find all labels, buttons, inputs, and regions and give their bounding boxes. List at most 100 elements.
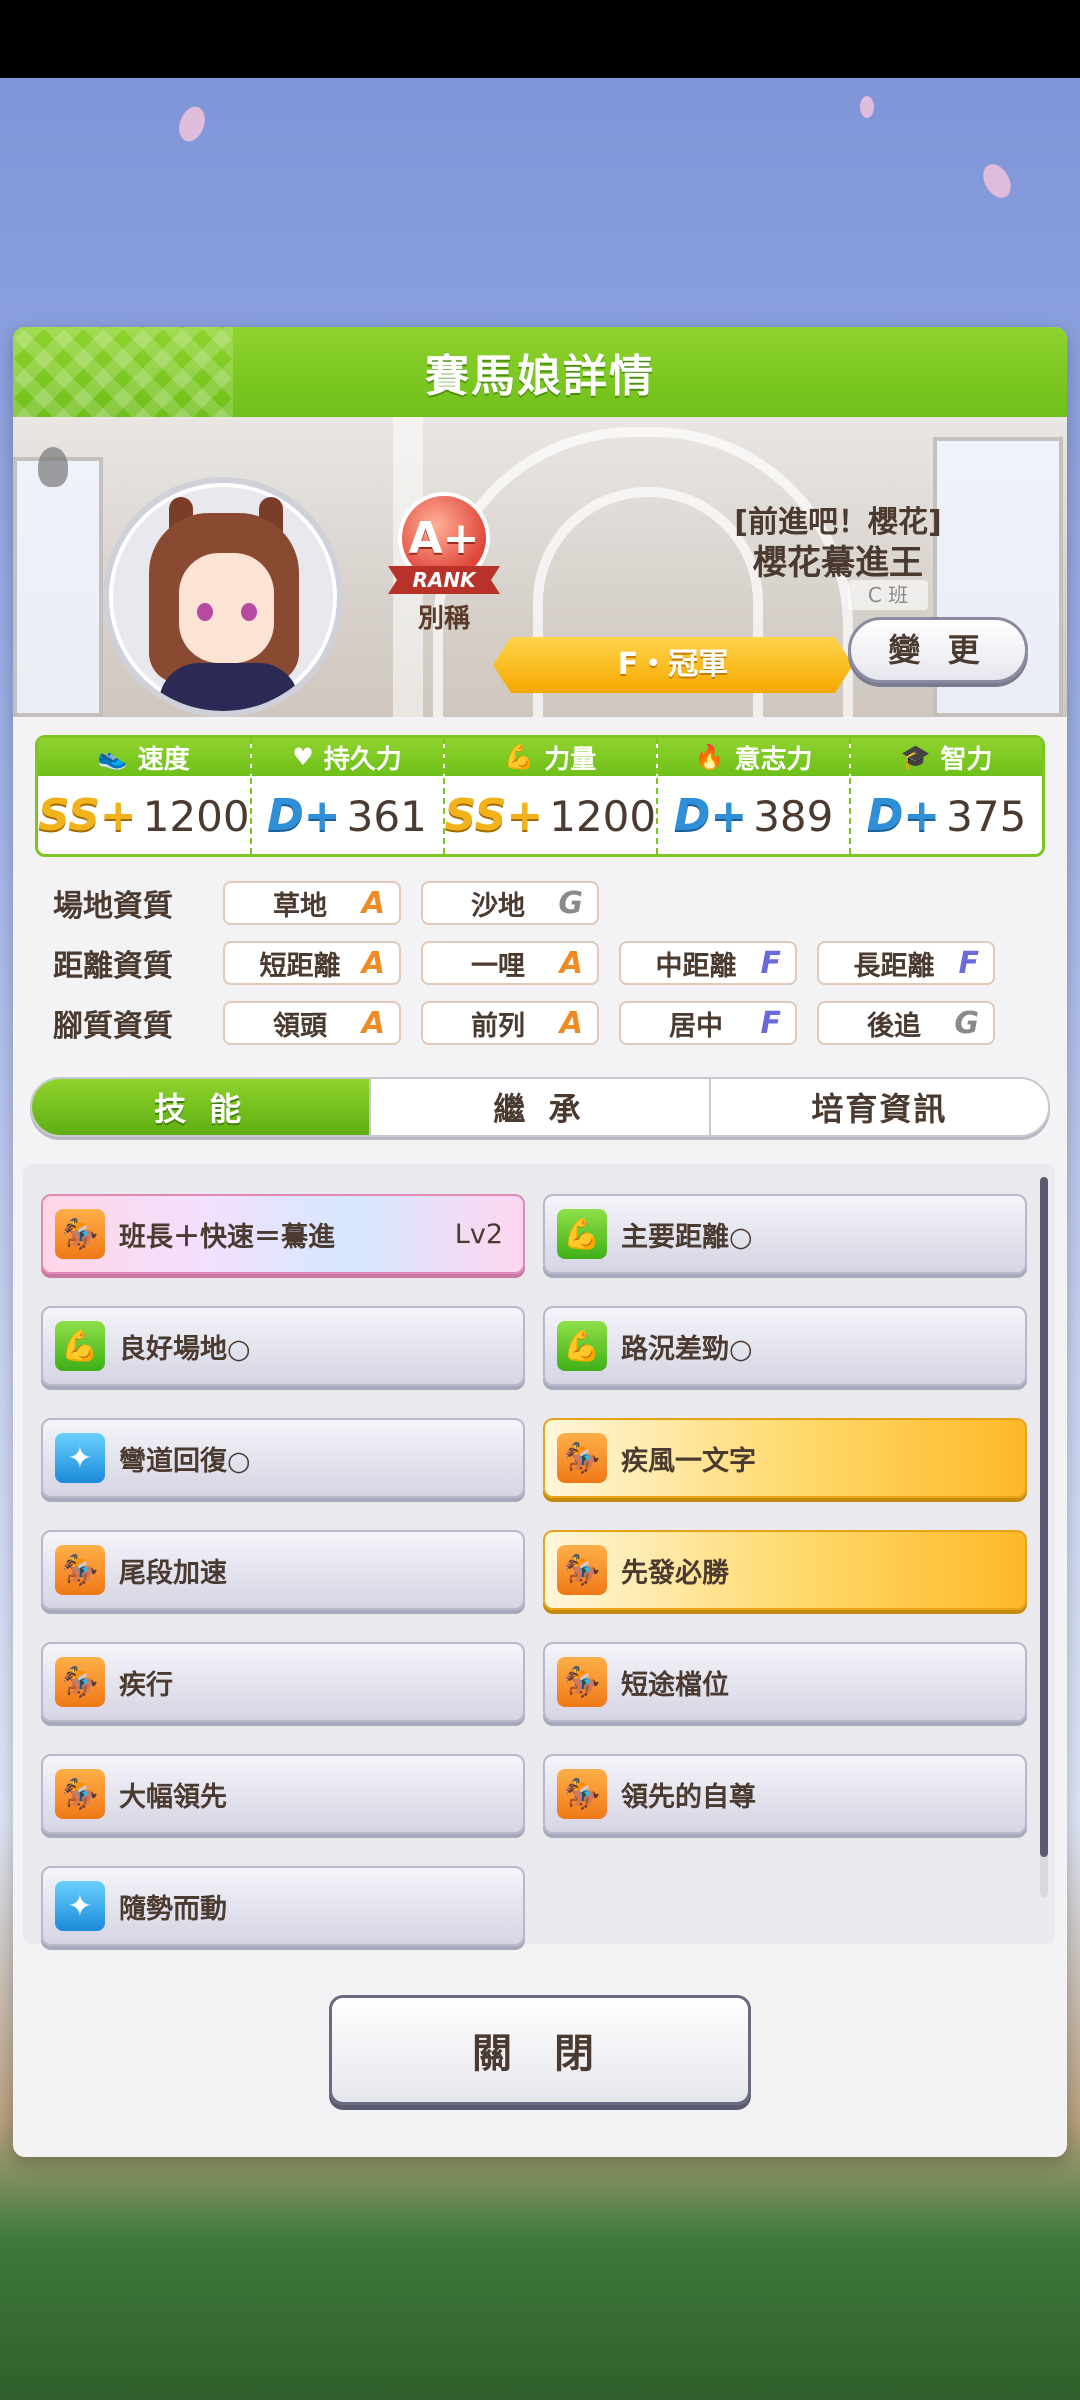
tab-training-info[interactable]: 培育資訊: [711, 1079, 1048, 1135]
stat-value: 375: [946, 791, 1027, 841]
skill-item[interactable]: ✦ 彎道回復○: [41, 1418, 525, 1498]
stat-stamina: ♥ 持久力 D+ 361: [251, 738, 445, 854]
stat-speed: 👟 速度 SS+ 1200: [38, 738, 252, 854]
tab-skills[interactable]: 技 能: [32, 1079, 372, 1135]
skill-item[interactable]: 🏇 短途檔位: [543, 1642, 1027, 1722]
skill-item[interactable]: 🏇 領先的自尊: [543, 1754, 1027, 1834]
rank-subtitle: 別稱: [417, 604, 470, 634]
stat-value: 1200: [549, 791, 657, 841]
skill-name: 路況差勁○: [621, 1333, 753, 1365]
aptitude-label: 腳質資質: [53, 1009, 173, 1044]
change-title-button[interactable]: 變 更: [848, 617, 1028, 683]
stat-value: 1200: [142, 791, 250, 841]
aptitude-label: 距離資質: [53, 949, 173, 984]
umamusume-detail-dialog: 賽馬娘詳情 A+ RANK 別稱 [前進吧！櫻花] 櫻花驀進王 C 班 F・冠軍…: [13, 327, 1067, 2157]
skill-level: Lv2: [454, 1218, 503, 1250]
aptitude-mile: 一哩 A: [421, 941, 599, 985]
skill-name: 彎道回復○: [119, 1445, 251, 1477]
petal-decoration: [977, 159, 1017, 203]
style-aptitude-row: 腳質資質 領頭 A 前列 A 居中 F 後追 G: [53, 1000, 1015, 1046]
stat-label: 持久力: [323, 744, 402, 775]
skill-name: 領先的自尊: [621, 1781, 756, 1813]
aptitude-sprint: 短距離 A: [223, 941, 401, 985]
skill-item[interactable]: 🏇 大幅領先: [41, 1754, 525, 1834]
skill-item[interactable]: 💪 路況差勁○: [543, 1306, 1027, 1386]
skill-item[interactable]: 🏇 疾風一文字: [543, 1418, 1027, 1498]
shoe-icon: 👟: [97, 743, 128, 771]
distance-aptitude-row: 距離資質 短距離 A 一哩 A 中距離 F 長距離 F: [53, 940, 1015, 986]
stat-power: 💪 力量 SS+ 1200: [444, 738, 659, 854]
skill-list-scrollbar[interactable]: [1040, 1177, 1048, 1897]
stat-guts: 🔥 意志力 D+ 389: [658, 738, 852, 854]
skill-green-icon: 💪: [557, 1209, 607, 1259]
skill-item[interactable]: 🏇 尾段加速: [41, 1530, 525, 1610]
skill-name: 大幅領先: [119, 1781, 227, 1813]
aptitude-long: 長距離 F: [817, 941, 995, 985]
flame-icon: 🔥: [694, 743, 725, 771]
stats-table: 👟 速度 SS+ 1200 ♥ 持久力 D+ 361 💪 力量 SS+ 1200 🔥 意志力 …: [35, 735, 1045, 857]
aptitude-end-closer: 後追 G: [817, 1001, 995, 1045]
header-pattern: [13, 327, 233, 417]
character-portrait[interactable]: [103, 477, 343, 717]
outfit: [159, 663, 299, 711]
skill-blue-icon: ✦: [55, 1881, 105, 1931]
skill-name: 短途檔位: [621, 1669, 729, 1701]
dialog-title: 賽馬娘詳情: [425, 351, 655, 402]
eye: [197, 603, 213, 621]
aptitude-label: 場地資質: [53, 889, 173, 924]
skill-orange-icon: 🏇: [557, 1769, 607, 1819]
graduation-cap-icon: 🎓: [900, 743, 931, 771]
stat-label: 力量: [544, 744, 597, 775]
skill-item[interactable]: 🏇 疾行: [41, 1642, 525, 1722]
scrollbar-thumb[interactable]: [1040, 1177, 1048, 1857]
skill-name: 良好場地○: [119, 1333, 251, 1365]
skill-item[interactable]: 🏇 班長＋快速＝驀進 Lv2: [41, 1194, 525, 1274]
skill-blue-icon: ✦: [55, 1433, 105, 1483]
detail-tabs: 技 能 繼 承 培育資訊: [30, 1077, 1050, 1137]
character-name: 櫻花驀進王: [753, 543, 923, 583]
aptitude-pace-chaser: 前列 A: [421, 1001, 599, 1045]
title-banner: F・冠軍: [493, 637, 853, 693]
face: [179, 553, 274, 663]
tab-inheritance[interactable]: 繼 承: [371, 1079, 711, 1135]
window-decoration: [13, 457, 103, 717]
track-aptitude-row: 場地資質 草地 A 沙地 G: [53, 880, 619, 926]
rank-badge: A+ RANK 別稱: [388, 492, 500, 634]
stat-label: 智力: [940, 744, 993, 775]
skill-item[interactable]: ✦ 隨勢而動: [41, 1866, 525, 1946]
stat-grade: SS+: [444, 790, 544, 841]
stat-wisdom: 🎓 智力 D+ 375: [851, 738, 1042, 854]
stat-label: 速度: [137, 744, 190, 775]
skill-item[interactable]: 🏇 先發必勝: [543, 1530, 1027, 1610]
muscle-icon: 💪: [504, 743, 535, 771]
aptitude-dirt: 沙地 G: [421, 881, 599, 925]
aptitude-turf: 草地 A: [223, 881, 401, 925]
skill-orange-icon: 🏇: [55, 1657, 105, 1707]
close-button[interactable]: 關 閉: [329, 1995, 751, 2105]
stat-grade: D+: [673, 790, 748, 841]
skill-item[interactable]: 💪 主要距離○: [543, 1194, 1027, 1274]
stat-grade: D+: [267, 790, 341, 841]
skill-orange-icon: 🏇: [557, 1545, 607, 1595]
stat-grade: SS+: [38, 790, 137, 841]
status-bar: [0, 0, 1080, 78]
carrot-icon: [38, 447, 68, 487]
class-tag: C 班: [848, 580, 928, 610]
stat-value: 361: [346, 791, 427, 841]
skill-orange-icon: 🏇: [55, 1209, 105, 1259]
skill-name: 疾行: [119, 1669, 173, 1701]
heart-icon: ♥: [292, 743, 314, 771]
skill-orange-icon: 🏇: [557, 1657, 607, 1707]
skill-orange-icon: 🏇: [55, 1545, 105, 1595]
skill-name: 班長＋快速＝驀進: [119, 1221, 335, 1253]
skill-green-icon: 💪: [557, 1321, 607, 1371]
dialog-header: 賽馬娘詳情: [13, 327, 1067, 417]
aptitude-front-runner: 領頭 A: [223, 1001, 401, 1045]
stat-grade: D+: [866, 790, 941, 841]
rank-ribbon: RANK: [388, 566, 500, 594]
skill-item[interactable]: 💪 良好場地○: [41, 1306, 525, 1386]
stat-label: 意志力: [734, 744, 813, 775]
profile-hero: A+ RANK 別稱 [前進吧！櫻花] 櫻花驀進王 C 班 F・冠軍 變 更: [13, 417, 1067, 717]
skill-name: 隨勢而動: [119, 1893, 227, 1925]
petal-decoration: [860, 96, 874, 118]
